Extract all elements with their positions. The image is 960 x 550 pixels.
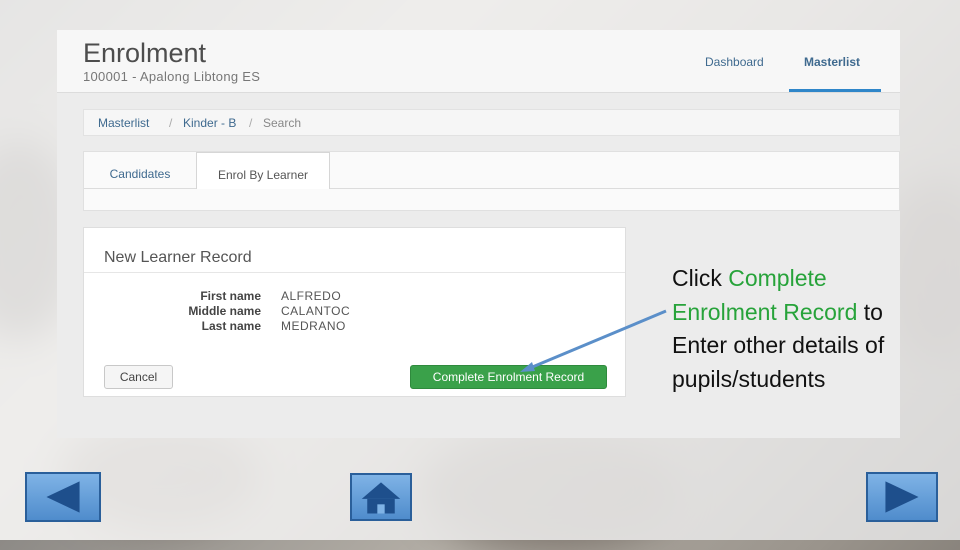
- app-header: Enrolment 100001 - Apalong Libtong ES Da…: [57, 30, 900, 93]
- home-button[interactable]: [350, 473, 412, 521]
- complete-enrolment-record-button[interactable]: Complete Enrolment Record: [410, 365, 607, 389]
- previous-slide-button[interactable]: [25, 472, 101, 522]
- last-name-label: Last name: [201, 319, 261, 333]
- new-learner-record-panel: New Learner Record First name ALFREDO Mi…: [83, 227, 626, 397]
- record-title: New Learner Record: [104, 249, 252, 266]
- middle-name-value: CALANTOC: [281, 304, 351, 318]
- tab-enrol-by-learner[interactable]: Enrol By Learner: [196, 152, 330, 189]
- breadcrumb-search: Search: [263, 116, 302, 130]
- breadcrumb-masterlist[interactable]: Masterlist: [98, 116, 149, 130]
- breadcrumb-separator: /: [249, 116, 253, 130]
- nav-dashboard[interactable]: Dashboard: [705, 55, 764, 69]
- next-slide-button[interactable]: [866, 472, 938, 522]
- home-icon: [361, 482, 401, 514]
- first-name-label: First name: [200, 289, 261, 303]
- instruction-callout: Click Complete Enrolment Record to Enter…: [672, 262, 902, 396]
- app-title: Enrolment: [83, 38, 207, 68]
- school-name: 100001 - Apalong Libtong ES: [83, 69, 261, 84]
- breadcrumb-separator: /: [169, 116, 173, 130]
- middle-name-label: Middle name: [188, 304, 261, 318]
- tabs-panel: Candidates Enrol By Learner: [83, 151, 900, 211]
- cancel-button[interactable]: Cancel: [104, 365, 173, 389]
- callout-prefix: Click: [672, 265, 729, 291]
- right-triangle-icon: [885, 481, 919, 513]
- breadcrumb-kinder-b[interactable]: Kinder - B: [183, 116, 236, 130]
- tab-candidates[interactable]: Candidates: [84, 152, 196, 189]
- last-name-value: MEDRANO: [281, 319, 346, 333]
- divider: [84, 272, 625, 273]
- left-triangle-icon: [46, 481, 80, 513]
- first-name-value: ALFREDO: [281, 289, 342, 303]
- breadcrumb: Masterlist / Kinder - B / Search: [83, 109, 900, 136]
- nav-masterlist[interactable]: Masterlist: [804, 55, 860, 69]
- active-nav-indicator: [789, 89, 881, 92]
